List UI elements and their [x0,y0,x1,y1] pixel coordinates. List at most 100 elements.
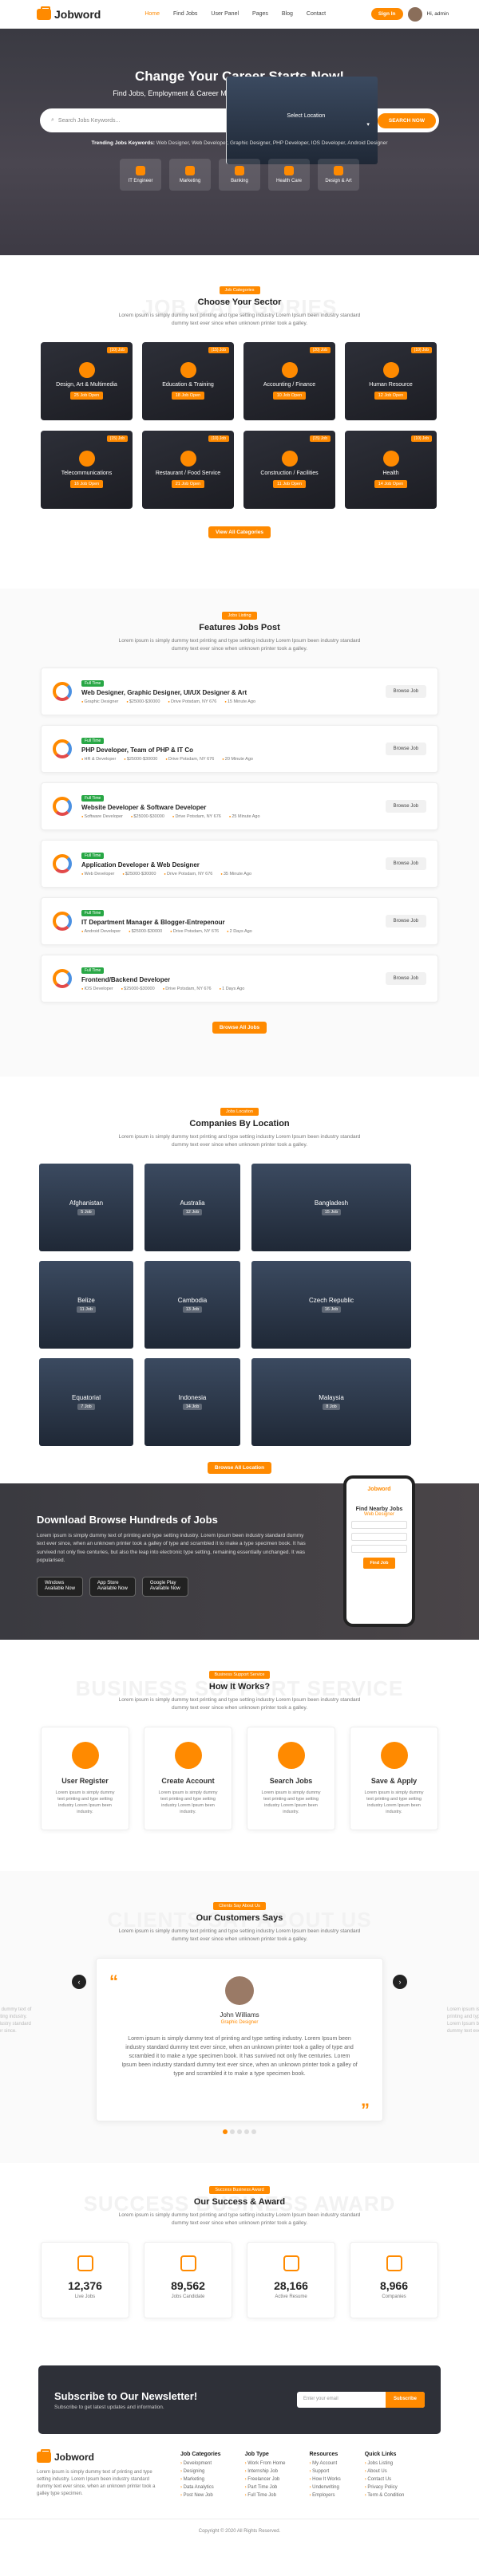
footer-link[interactable]: My Account [309,2461,340,2466]
location-card[interactable]: Bangladesh 15 Job [251,1163,411,1251]
footer-link[interactable]: Jobs Listing [365,2461,405,2466]
footer-link[interactable]: Marketing [180,2477,221,2482]
location-card[interactable]: Equatorial 7 Job [39,1357,133,1446]
app-store-button[interactable]: App Store Available Now [89,1576,136,1597]
hero-cat-design[interactable]: Design & Art [318,159,359,191]
job-card[interactable]: Full Time PHP Developer, Team of PHP & IT… [41,724,438,773]
hero-cat-banking[interactable]: Banking [219,159,260,191]
next-arrow-button[interactable]: › [393,1975,407,1989]
browse-job-button[interactable]: Browse Job [385,857,426,870]
browse-all-jobs-button[interactable]: Browse All Jobs [212,1021,267,1034]
footer-link[interactable]: Designing [180,2469,221,2474]
location-card[interactable]: Indonesia 14 Job [144,1357,240,1446]
footer-link[interactable]: Post New Job [180,2493,221,2498]
stat-card: 89,562 Jobs Candidate [144,2241,232,2318]
phone-field [351,1521,407,1529]
job-card[interactable]: Full TimeFrontend/Backend DeveloperIOS D… [41,954,438,1002]
footer-link[interactable]: About Us [365,2469,405,2474]
location-card[interactable]: Malaysia 8 Job [251,1357,411,1446]
subscribe-button[interactable]: Subscribe [385,2392,425,2408]
footer-link[interactable]: Contact Us [365,2477,405,2482]
browse-all-location-button[interactable]: Browse All Location [207,1461,272,1474]
nav-find-jobs[interactable]: Find Jobs [173,11,197,17]
view-all-categories-button[interactable]: View All Categories [208,526,271,538]
footer-link[interactable]: Data Analytics [180,2485,221,2490]
user-name[interactable]: Hi, admin [427,11,449,17]
job-title[interactable]: Website Developer & Software Developer [81,804,386,811]
job-card[interactable]: Full Time Website Developer & Software De… [41,782,438,830]
sign-in-button[interactable]: Sign In [370,8,403,20]
carousel-dot[interactable] [223,2129,228,2134]
hero-cat-it[interactable]: IT Engineer [120,159,161,191]
section-title: Our Success & Award [193,2197,286,2207]
avatar[interactable] [407,6,422,22]
footer-link[interactable]: Full Time Job [245,2493,286,2498]
nav-home[interactable]: Home [144,11,160,17]
browse-job-button[interactable]: Browse Job [385,799,426,813]
nav-contact[interactable]: Contact [307,11,326,17]
category-card[interactable]: (10) Job Restaurant / Food Service 21 Job … [142,430,234,509]
nav-blog[interactable]: Blog [282,11,293,17]
section-tag: Jobs Location [220,1108,259,1116]
category-card[interactable]: (20) Job Accounting / Finance 10 Job Open [243,341,335,420]
job-card[interactable]: Full Time IT Department Manager & Blogger… [41,896,438,945]
phone-logo: Jobword [367,1487,391,1492]
company-logo [53,739,72,758]
category-card[interactable]: (15) Job Telecommunications 16 Job Open [41,430,133,509]
chevron-down-icon: ▾ [366,122,370,128]
carousel-dot[interactable] [251,2129,256,2134]
browse-job-button[interactable]: Browse Job [385,742,426,755]
location-card[interactable]: Czech Republic 16 Job [251,1260,411,1349]
footer-link[interactable]: Term & Condition [365,2493,404,2498]
google-play-button[interactable]: Google Play Available Now [141,1576,188,1597]
nav-pages[interactable]: Pages [252,11,268,17]
logo[interactable]: Jobword [37,6,101,21]
job-card[interactable]: Full Time Application Developer & Web Des… [41,839,438,888]
job-title[interactable]: Web Designer, Graphic Designer, UI/UX De… [81,689,386,696]
location-card[interactable]: Cambodia 13 Job [144,1260,240,1349]
job-title[interactable]: PHP Developer, Team of PHP & IT Co [81,746,386,754]
location-select[interactable]: Select Location ▾ [225,77,378,164]
newsletter-desc: Subscribe to get latest updates and info… [54,2404,164,2410]
hero-cat-health[interactable]: Health Care [268,159,310,191]
location-card[interactable]: Afghanistan 5 Job [39,1163,133,1251]
carousel-dot[interactable] [244,2129,249,2134]
footer-link[interactable]: Development [180,2461,221,2466]
category-card[interactable]: (15) Job Construction / Facilities 11 Job … [243,430,335,509]
email-field[interactable]: Enter your email [297,2392,386,2408]
footer-link[interactable]: Part Time Job [245,2485,286,2490]
nav-user-panel[interactable]: User Panel [211,11,239,17]
windows-store-button[interactable]: Windows Available Now [37,1576,83,1597]
location-card[interactable]: Belize 11 Job [39,1260,133,1349]
phone-title: Find Nearby Jobs [355,1507,403,1512]
footer-col-job-type: Job TypeWork From HomeInternship JobFree… [245,2452,286,2498]
carousel-dot[interactable] [237,2129,242,2134]
footer-link[interactable]: Internship Job [245,2469,286,2474]
browse-job-button[interactable]: Browse Job [385,684,426,698]
footer-link[interactable]: Freelancer Job [245,2477,286,2482]
job-title[interactable]: Frontend/Backend Developer [81,976,386,983]
prev-arrow-button[interactable]: ‹ [72,1975,86,1989]
hero-cat-marketing[interactable]: Marketing [169,159,211,191]
location-card[interactable]: Australia 12 Job [144,1163,240,1251]
job-title[interactable]: Application Developer & Web Designer [81,861,386,869]
category-card[interactable]: (10) Job Design, Art & Multimedia 25 Job O… [41,341,133,420]
footer-link[interactable]: Underwriting [309,2485,340,2490]
footer-link[interactable]: Privacy Policy [365,2485,405,2490]
footer-link[interactable]: Work From Home [245,2461,285,2466]
footer-logo[interactable]: Jobword [37,2449,156,2463]
carousel-dot[interactable] [230,2129,235,2134]
browse-job-button[interactable]: Browse Job [385,971,426,985]
footer-link[interactable]: Support [309,2469,340,2474]
keyword-input[interactable]: ⌕ Search Jobs Keywords... [51,117,226,124]
footer-link[interactable]: Employers [309,2493,340,2498]
browse-job-button[interactable]: Browse Job [385,914,426,928]
footer-link[interactable]: How It Works [309,2477,341,2482]
job-card[interactable]: Full Time Web Designer, Graphic Designer,… [41,667,438,715]
category-card[interactable]: (15) Job Education & Training 18 Job Open [142,341,234,420]
step-card: Create Account Lorem ipsum is simply dumm… [144,1726,232,1830]
job-title[interactable]: IT Department Manager & Blogger-Entrepen… [81,919,386,926]
category-card[interactable]: (10) Job Health 14 Job Open [345,430,437,509]
category-card[interactable]: (10) Job Human Resource 12 Job Open [345,341,437,420]
search-now-button[interactable]: SEARCH NOW [377,112,436,128]
